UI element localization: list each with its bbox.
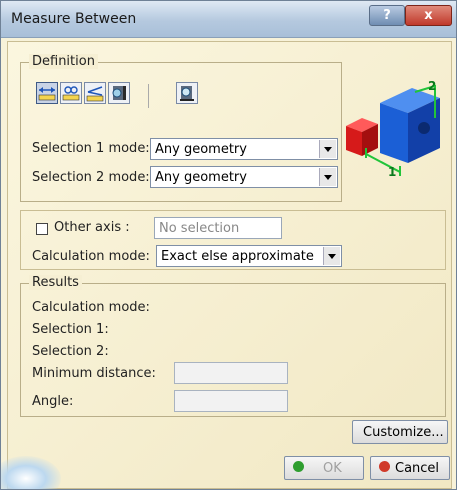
chevron-down-icon[interactable] — [319, 168, 336, 186]
measure-chain-icon[interactable] — [60, 82, 82, 104]
selection2-mode-value: Any geometry — [155, 170, 247, 185]
title-bar[interactable]: Measure Between ? x — [1, 1, 456, 38]
selection2-mode-combo[interactable]: Any geometry — [150, 166, 338, 188]
minimum-distance-label: Minimum distance: — [32, 366, 156, 381]
other-axis-checkbox[interactable] — [36, 223, 48, 235]
close-button[interactable]: x — [405, 5, 452, 26]
chevron-down-icon[interactable] — [319, 140, 336, 158]
measure-fan-icon[interactable] — [84, 82, 106, 104]
results-selection2-label: Selection 2: — [32, 344, 109, 359]
selection1-mode-value: Any geometry — [155, 142, 247, 157]
cancel-button-label: Cancel — [395, 461, 440, 476]
ok-button[interactable]: OK — [284, 456, 364, 480]
measure-between-icon[interactable] — [36, 82, 58, 104]
results-group-label: Results — [29, 275, 82, 290]
help-button[interactable]: ? — [369, 5, 405, 26]
other-axis-placeholder: No selection — [159, 221, 240, 236]
dialog-body: Definition 1 2 Selection 1 mode: Any geo… — [7, 41, 452, 489]
selection2-mode-label: Selection 2 mode: — [32, 170, 150, 185]
selection1-mode-combo[interactable]: Any geometry — [150, 138, 338, 160]
preview-label-2: 2 — [428, 79, 436, 93]
angle-label: Angle: — [32, 394, 74, 409]
calculation-mode-value: Exact else approximate — [161, 249, 314, 264]
other-axis-label: Other axis : — [54, 220, 130, 235]
calculation-mode-label: Calculation mode: — [32, 249, 150, 264]
results-calc-mode-label: Calculation mode: — [32, 300, 150, 315]
chevron-down-icon[interactable] — [323, 247, 340, 265]
ok-icon — [293, 461, 304, 472]
other-axis-selection-field[interactable]: No selection — [154, 217, 282, 239]
cancel-icon — [379, 461, 390, 472]
measure-thickness-icon[interactable] — [176, 82, 198, 104]
results-selection1-label: Selection 1: — [32, 322, 109, 337]
definition-group-label: Definition — [29, 54, 98, 69]
calculation-mode-combo[interactable]: Exact else approximate — [156, 245, 342, 267]
measure-preview-image: 1 2 — [346, 79, 440, 178]
minimum-distance-field — [174, 362, 288, 384]
cancel-button[interactable]: Cancel — [370, 456, 450, 480]
window-title: Measure Between — [11, 11, 137, 27]
ok-button-label: OK — [323, 461, 342, 476]
angle-field — [174, 390, 288, 412]
preview-label-1: 1 — [388, 165, 396, 178]
customize-button-label: Customize... — [363, 425, 444, 440]
measure-between-dialog: Measure Between ? x Definition 1 2 Selec… — [0, 0, 457, 490]
selection1-mode-label: Selection 1 mode: — [32, 141, 150, 156]
toolbar-separator — [148, 84, 149, 108]
measure-item-icon[interactable] — [108, 82, 130, 104]
customize-button[interactable]: Customize... — [352, 420, 448, 444]
